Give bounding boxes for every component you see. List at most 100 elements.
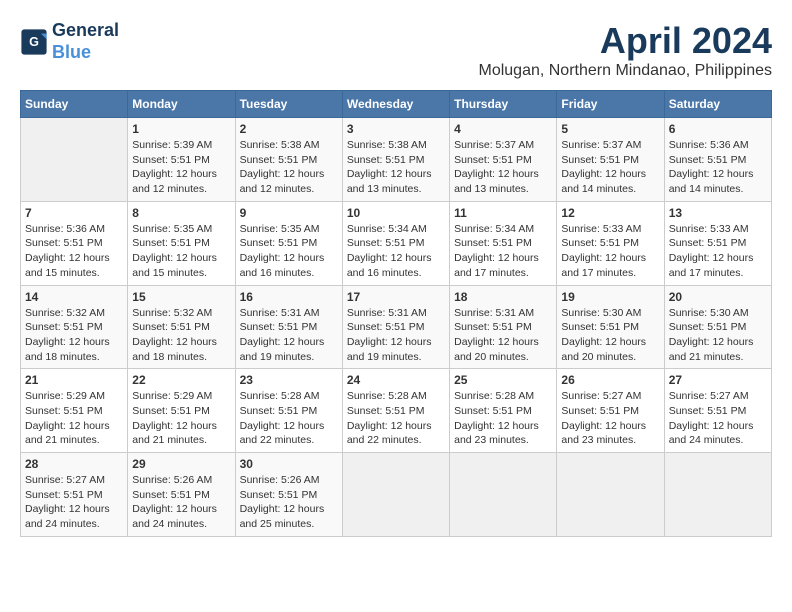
- day-number: 22: [132, 373, 230, 387]
- calendar-cell: 3Sunrise: 5:38 AMSunset: 5:51 PMDaylight…: [342, 118, 449, 202]
- calendar-cell: 15Sunrise: 5:32 AMSunset: 5:51 PMDayligh…: [128, 285, 235, 369]
- day-info: Sunrise: 5:36 AMSunset: 5:51 PMDaylight:…: [669, 138, 767, 197]
- logo-icon: G: [20, 28, 48, 56]
- day-number: 11: [454, 206, 552, 220]
- day-number: 9: [240, 206, 338, 220]
- day-info: Sunrise: 5:30 AMSunset: 5:51 PMDaylight:…: [669, 306, 767, 365]
- calendar-cell: 29Sunrise: 5:26 AMSunset: 5:51 PMDayligh…: [128, 453, 235, 537]
- day-info: Sunrise: 5:39 AMSunset: 5:51 PMDaylight:…: [132, 138, 230, 197]
- day-info: Sunrise: 5:28 AMSunset: 5:51 PMDaylight:…: [240, 389, 338, 448]
- calendar-cell: [557, 453, 664, 537]
- calendar-cell: 13 Sunrise: 5:33 AMSunset: 5:51 PMDayligh…: [664, 201, 771, 285]
- month-year-title: April 2024: [478, 20, 772, 62]
- day-info: Sunrise: 5:27 AMSunset: 5:51 PMDaylight:…: [561, 389, 659, 448]
- day-number: 13: [669, 206, 767, 220]
- logo-line2: Blue: [52, 42, 119, 64]
- day-number: 2: [240, 122, 338, 136]
- calendar-cell: [21, 118, 128, 202]
- day-number: 17: [347, 290, 445, 304]
- calendar-cell: [664, 453, 771, 537]
- calendar-cell: 1 Sunrise: 5:39 AMSunset: 5:51 PMDaylight…: [128, 118, 235, 202]
- calendar-cell: 19 Sunrise: 5:30 AMSunset: 5:51 PMDayligh…: [557, 285, 664, 369]
- day-info: Sunrise: 5:33 AMSunset: 5:51 PMDaylight:…: [669, 222, 767, 281]
- calendar-cell: 27 Sunrise: 5:27 AMSunset: 5:51 PMDayligh…: [664, 369, 771, 453]
- day-number: 10: [347, 206, 445, 220]
- calendar-cell: 20 Sunrise: 5:30 AMSunset: 5:51 PMDayligh…: [664, 285, 771, 369]
- calendar-header-thursday: Thursday: [450, 91, 557, 118]
- day-number: 6: [669, 122, 767, 136]
- calendar-week-row: 28Sunrise: 5:27 AMSunset: 5:51 PMDayligh…: [21, 453, 772, 537]
- calendar-cell: 21Sunrise: 5:29 AMSunset: 5:51 PMDayligh…: [21, 369, 128, 453]
- day-info: Sunrise: 5:29 AMSunset: 5:51 PMDaylight:…: [132, 389, 230, 448]
- calendar-cell: [450, 453, 557, 537]
- day-info: Sunrise: 5:33 AMSunset: 5:51 PMDaylight:…: [561, 222, 659, 281]
- calendar-cell: 6 Sunrise: 5:36 AMSunset: 5:51 PMDaylight…: [664, 118, 771, 202]
- day-number: 4: [454, 122, 552, 136]
- day-info: Sunrise: 5:26 AMSunset: 5:51 PMDaylight:…: [240, 473, 338, 532]
- logo-line1: General: [52, 20, 119, 42]
- day-number: 23: [240, 373, 338, 387]
- calendar-week-row: 21Sunrise: 5:29 AMSunset: 5:51 PMDayligh…: [21, 369, 772, 453]
- calendar-cell: 7 Sunrise: 5:36 AMSunset: 5:51 PMDaylight…: [21, 201, 128, 285]
- calendar-cell: 12Sunrise: 5:33 AMSunset: 5:51 PMDayligh…: [557, 201, 664, 285]
- logo: G General Blue: [20, 20, 119, 63]
- calendar-cell: 23 Sunrise: 5:28 AMSunset: 5:51 PMDayligh…: [235, 369, 342, 453]
- calendar-table: SundayMondayTuesdayWednesdayThursdayFrid…: [20, 90, 772, 537]
- day-info: Sunrise: 5:29 AMSunset: 5:51 PMDaylight:…: [25, 389, 123, 448]
- day-info: Sunrise: 5:28 AMSunset: 5:51 PMDaylight:…: [347, 389, 445, 448]
- calendar-cell: 10 Sunrise: 5:34 AMSunset: 5:51 PMDayligh…: [342, 201, 449, 285]
- day-info: Sunrise: 5:32 AMSunset: 5:51 PMDaylight:…: [25, 306, 123, 365]
- day-info: Sunrise: 5:38 AMSunset: 5:51 PMDaylight:…: [347, 138, 445, 197]
- day-info: Sunrise: 5:38 AMSunset: 5:51 PMDaylight:…: [240, 138, 338, 197]
- calendar-header-row: SundayMondayTuesdayWednesdayThursdayFrid…: [21, 91, 772, 118]
- day-number: 1: [132, 122, 230, 136]
- calendar-week-row: 14Sunrise: 5:32 AMSunset: 5:51 PMDayligh…: [21, 285, 772, 369]
- svg-text:G: G: [29, 35, 39, 49]
- day-info: Sunrise: 5:34 AMSunset: 5:51 PMDaylight:…: [347, 222, 445, 281]
- calendar-cell: 5Sunrise: 5:37 AMSunset: 5:51 PMDaylight…: [557, 118, 664, 202]
- location-subtitle: Molugan, Northern Mindanao, Philippines: [478, 62, 772, 80]
- calendar-header-sunday: Sunday: [21, 91, 128, 118]
- day-info: Sunrise: 5:37 AMSunset: 5:51 PMDaylight:…: [561, 138, 659, 197]
- calendar-cell: 28Sunrise: 5:27 AMSunset: 5:51 PMDayligh…: [21, 453, 128, 537]
- calendar-cell: 9 Sunrise: 5:35 AMSunset: 5:51 PMDaylight…: [235, 201, 342, 285]
- day-number: 18: [454, 290, 552, 304]
- day-number: 20: [669, 290, 767, 304]
- calendar-cell: 14Sunrise: 5:32 AMSunset: 5:51 PMDayligh…: [21, 285, 128, 369]
- calendar-cell: 11 Sunrise: 5:34 AMSunset: 5:51 PMDayligh…: [450, 201, 557, 285]
- calendar-cell: 26Sunrise: 5:27 AMSunset: 5:51 PMDayligh…: [557, 369, 664, 453]
- day-info: Sunrise: 5:35 AMSunset: 5:51 PMDaylight:…: [132, 222, 230, 281]
- day-info: Sunrise: 5:34 AMSunset: 5:51 PMDaylight:…: [454, 222, 552, 281]
- calendar-cell: [342, 453, 449, 537]
- calendar-cell: 16Sunrise: 5:31 AMSunset: 5:51 PMDayligh…: [235, 285, 342, 369]
- calendar-cell: 2 Sunrise: 5:38 AMSunset: 5:51 PMDaylight…: [235, 118, 342, 202]
- day-number: 7: [25, 206, 123, 220]
- day-number: 19: [561, 290, 659, 304]
- day-info: Sunrise: 5:35 AMSunset: 5:51 PMDaylight:…: [240, 222, 338, 281]
- calendar-header-wednesday: Wednesday: [342, 91, 449, 118]
- header: G General Blue April 2024 Molugan, North…: [20, 20, 772, 80]
- day-number: 25: [454, 373, 552, 387]
- calendar-header-monday: Monday: [128, 91, 235, 118]
- day-info: Sunrise: 5:30 AMSunset: 5:51 PMDaylight:…: [561, 306, 659, 365]
- day-number: 30: [240, 457, 338, 471]
- day-info: Sunrise: 5:36 AMSunset: 5:51 PMDaylight:…: [25, 222, 123, 281]
- calendar-cell: 18 Sunrise: 5:31 AMSunset: 5:51 PMDayligh…: [450, 285, 557, 369]
- calendar-cell: 4Sunrise: 5:37 AMSunset: 5:51 PMDaylight…: [450, 118, 557, 202]
- day-info: Sunrise: 5:27 AMSunset: 5:51 PMDaylight:…: [669, 389, 767, 448]
- calendar-header-friday: Friday: [557, 91, 664, 118]
- page-container: G General Blue April 2024 Molugan, North…: [20, 20, 772, 537]
- day-number: 27: [669, 373, 767, 387]
- day-info: Sunrise: 5:31 AMSunset: 5:51 PMDaylight:…: [454, 306, 552, 365]
- day-number: 24: [347, 373, 445, 387]
- day-info: Sunrise: 5:31 AMSunset: 5:51 PMDaylight:…: [347, 306, 445, 365]
- logo-text: General Blue: [52, 20, 119, 63]
- calendar-header-tuesday: Tuesday: [235, 91, 342, 118]
- calendar-week-row: 1 Sunrise: 5:39 AMSunset: 5:51 PMDaylight…: [21, 118, 772, 202]
- calendar-week-row: 7 Sunrise: 5:36 AMSunset: 5:51 PMDaylight…: [21, 201, 772, 285]
- calendar-cell: 24 Sunrise: 5:28 AMSunset: 5:51 PMDayligh…: [342, 369, 449, 453]
- calendar-cell: 25Sunrise: 5:28 AMSunset: 5:51 PMDayligh…: [450, 369, 557, 453]
- calendar-cell: 30 Sunrise: 5:26 AMSunset: 5:51 PMDayligh…: [235, 453, 342, 537]
- day-info: Sunrise: 5:27 AMSunset: 5:51 PMDaylight:…: [25, 473, 123, 532]
- day-number: 15: [132, 290, 230, 304]
